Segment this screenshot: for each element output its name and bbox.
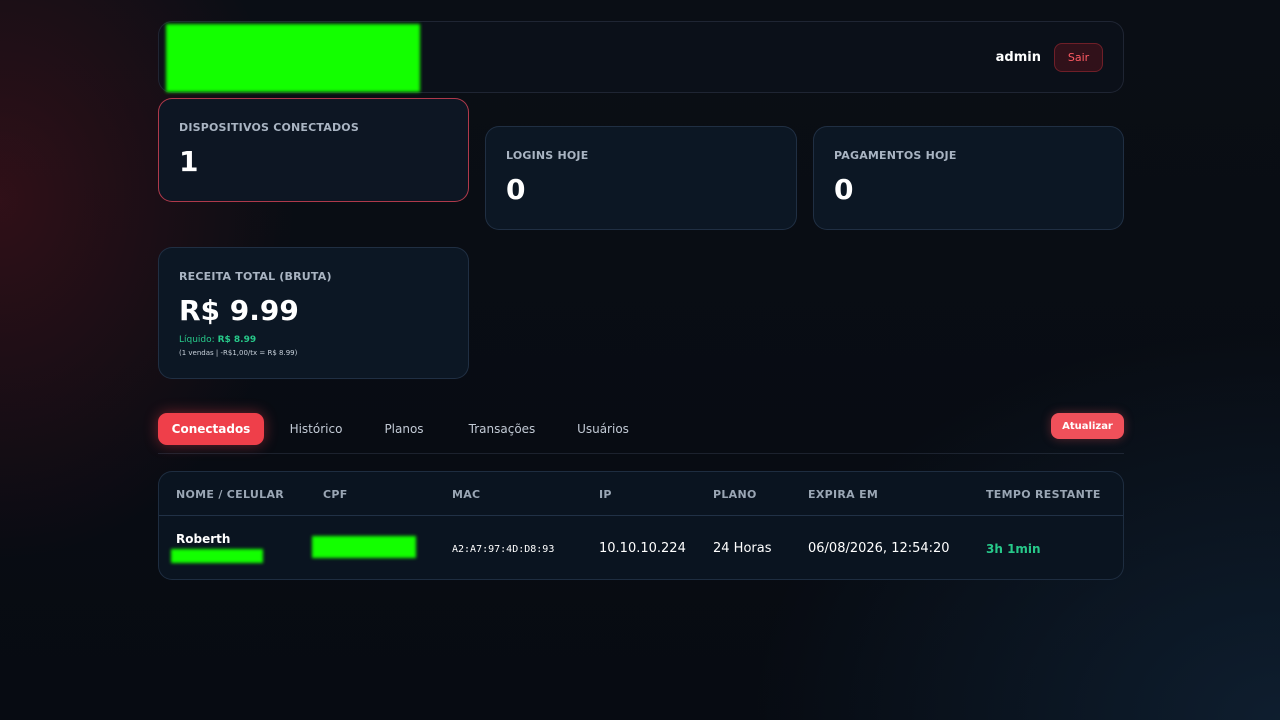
connected-table: NOME / CELULAR CPF MAC IP PLANO EXPIRA E… [158, 471, 1124, 580]
client-ip: 10.10.10.224 [599, 541, 686, 556]
stat-card-logins: LOGINS HOJE 0 [485, 126, 797, 230]
redacted-phone [171, 549, 263, 563]
column-header: EXPIRA EM [808, 488, 879, 501]
redacted-logo [166, 24, 420, 92]
column-header: NOME / CELULAR [176, 488, 285, 501]
stat-label: PAGAMENTOS HOJE [834, 149, 957, 162]
redacted-cpf [312, 536, 416, 558]
client-mac: A2:A7:97:4D:D8:93 [452, 544, 555, 555]
stat-label: LOGINS HOJE [506, 149, 589, 162]
stat-label: RECEITA TOTAL (BRUTA) [179, 270, 332, 283]
tab-history[interactable]: Histórico [282, 413, 350, 445]
tab-transactions[interactable]: Transações [462, 413, 542, 445]
tab-bar: Conectados Histórico Planos Transações U… [158, 413, 1124, 453]
stat-card-devices: DISPOSITIVOS CONECTADOS 1 [158, 98, 469, 202]
net-revenue-label: Líquido: [179, 335, 215, 345]
tab-connected[interactable]: Conectados [158, 413, 264, 445]
username: admin [995, 50, 1041, 65]
client-expires: 06/08/2026, 12:54:20 [808, 541, 950, 556]
stat-label: DISPOSITIVOS CONECTADOS [179, 121, 359, 134]
divider [158, 453, 1124, 454]
stat-card-revenue: RECEITA TOTAL (BRUTA) R$ 9.99 Líquido: R… [158, 247, 469, 379]
stat-card-payments: PAGAMENTOS HOJE 0 [813, 126, 1124, 230]
tab-plans[interactable]: Planos [376, 413, 432, 445]
table-row[interactable]: Roberth A2:A7:97:4D:D8:93 10.10.10.224 2… [159, 516, 1123, 579]
client-name: Roberth [176, 532, 231, 546]
stat-value: R$ 9.99 [179, 294, 299, 327]
stat-value: 0 [506, 173, 526, 206]
logout-button[interactable]: Sair [1054, 43, 1103, 72]
client-plan: 24 Horas [713, 541, 772, 556]
net-revenue: Líquido: R$ 8.99 [179, 335, 256, 345]
column-header: MAC [452, 488, 481, 501]
top-bar: admin Sair [158, 21, 1124, 93]
column-header: TEMPO RESTANTE [986, 488, 1101, 501]
column-header: PLANO [713, 488, 757, 501]
column-header: IP [599, 488, 612, 501]
tab-users[interactable]: Usuários [572, 413, 634, 445]
table-header: NOME / CELULAR CPF MAC IP PLANO EXPIRA E… [159, 472, 1123, 516]
column-header: CPF [323, 488, 348, 501]
stat-value: 0 [834, 173, 854, 206]
stat-value: 1 [179, 145, 199, 178]
net-revenue-value: R$ 8.99 [217, 335, 257, 345]
client-remaining: 3h 1min [986, 542, 1041, 556]
revenue-detail: (1 vendas | -R$1,00/tx = R$ 8.99) [179, 349, 298, 357]
refresh-button[interactable]: Atualizar [1051, 413, 1124, 439]
